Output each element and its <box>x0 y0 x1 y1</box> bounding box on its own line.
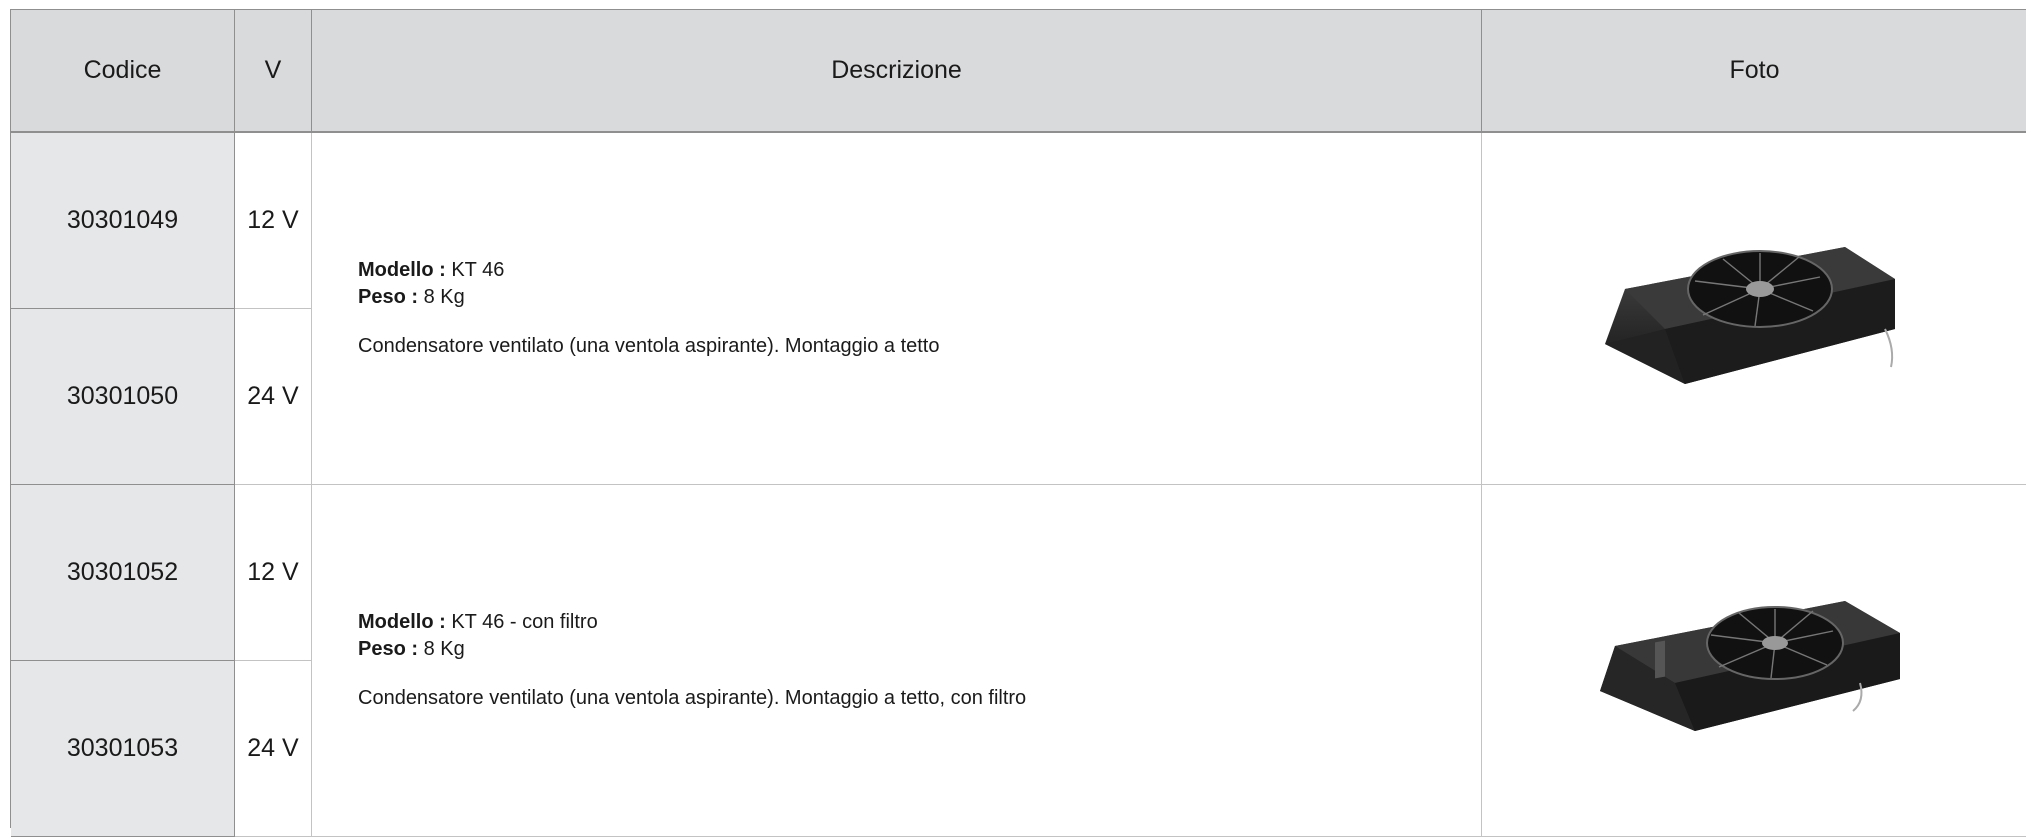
model-value: KT 46 - con filtro <box>451 611 598 633</box>
product-table: Codice V Descrizione Foto 30301049 12 V … <box>10 9 2026 837</box>
voltage-cell: 12 V <box>235 133 312 309</box>
description-text: Condensatore ventilato (una ventola aspi… <box>358 335 940 357</box>
header-code: Codice <box>11 10 235 133</box>
description-cell: Modello : KT 46 Peso : 8 Kg Condensatore… <box>312 133 1482 485</box>
model-label: Modello : <box>358 259 446 281</box>
description-cell: Modello : KT 46 - con filtro Peso : 8 Kg… <box>312 485 1482 837</box>
photo-cell <box>1482 485 2026 837</box>
model-line: Modello : KT 46 <box>358 257 1481 284</box>
weight-label: Peso : <box>358 638 419 660</box>
code-cell: 30301053 <box>11 661 235 837</box>
code-cell: 30301049 <box>11 133 235 309</box>
model-label: Modello : <box>358 611 446 633</box>
weight-value: 8 Kg <box>423 638 465 660</box>
header-voltage: V <box>235 10 312 133</box>
roof-condenser-fan-with-filter-image <box>1599 600 1900 731</box>
code-cell: 30301050 <box>11 309 235 485</box>
code-cell: 30301052 <box>11 485 235 661</box>
weight-line: Peso : 8 Kg <box>358 636 1481 663</box>
header-description: Descrizione <box>312 10 1482 133</box>
weight-value: 8 Kg <box>423 286 465 308</box>
model-line: Modello : KT 46 - con filtro <box>358 609 1481 636</box>
weight-label: Peso : <box>358 286 419 308</box>
voltage-cell: 12 V <box>235 485 312 661</box>
voltage-cell: 24 V <box>235 309 312 485</box>
model-value: KT 46 <box>451 259 505 281</box>
roof-condenser-fan-image <box>1604 246 1895 384</box>
description-text: Condensatore ventilato (una ventola aspi… <box>358 687 1027 709</box>
header-photo: Foto <box>1482 10 2026 133</box>
photo-cell <box>1482 133 2026 485</box>
weight-line: Peso : 8 Kg <box>358 284 1481 311</box>
voltage-cell: 24 V <box>235 661 312 837</box>
